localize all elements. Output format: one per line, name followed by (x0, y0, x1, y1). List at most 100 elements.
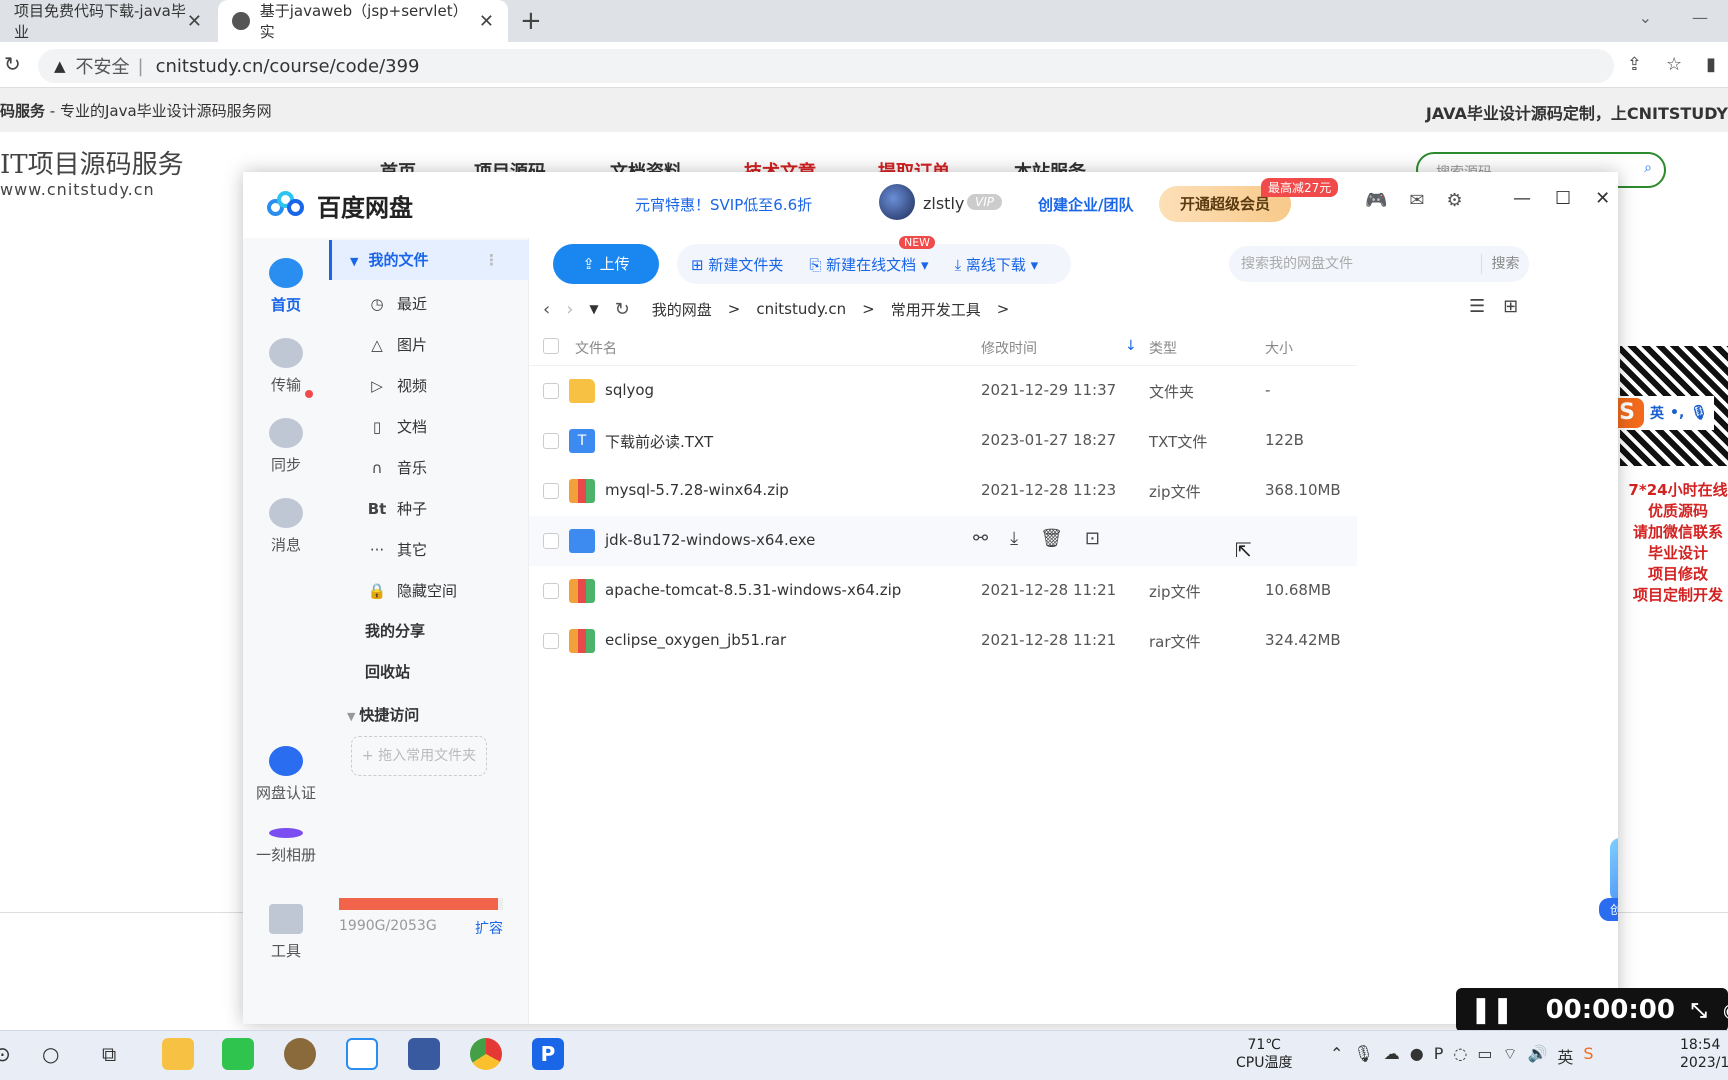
row-checkbox[interactable] (543, 633, 559, 649)
create-enterprise-link[interactable]: 创建企业/团队 (1038, 194, 1133, 215)
back-icon[interactable]: ‹ (543, 299, 550, 320)
rail-transfer[interactable]: 传输 (243, 338, 329, 395)
sidebar-quick-access[interactable]: ▼ 快捷访问 (347, 704, 419, 725)
new-tab-button[interactable]: + (520, 6, 542, 36)
forward-icon[interactable]: › (566, 299, 573, 320)
close-icon[interactable]: ✕ (479, 11, 494, 32)
row-checkbox[interactable] (543, 483, 559, 499)
minimize-icon[interactable]: — (1692, 8, 1708, 27)
row-checkbox[interactable] (543, 433, 559, 449)
table-row[interactable]: sqlyog 2021-12-29 11:37 文件夹 - (529, 366, 1357, 416)
collapse-icon[interactable]: ⤡ (1691, 998, 1707, 1022)
file-name[interactable]: 下载前必读.TXT (605, 431, 713, 452)
sidebar-item-recent[interactable]: ◷ 最近 (329, 284, 529, 324)
sort-arrow-icon[interactable]: ↓ (1125, 338, 1137, 354)
wechat-tray-icon[interactable]: ● (1410, 1044, 1424, 1068)
start-icon[interactable]: ⊙ (0, 1042, 11, 1066)
more-vertical-icon[interactable]: ⋮ (484, 240, 499, 280)
chrome-icon[interactable] (470, 1038, 502, 1070)
network-icon[interactable]: ◌ (1453, 1044, 1467, 1068)
sidebar-item-docs[interactable]: ▯ 文档 (329, 407, 529, 447)
p-app-icon[interactable]: P (532, 1038, 564, 1070)
select-all-checkbox[interactable] (543, 338, 559, 354)
file-name[interactable]: apache-tomcat-8.5.31-windows-x64.zip (605, 581, 901, 599)
microphone-icon[interactable]: 🎙 (1353, 1044, 1373, 1068)
tab-1[interactable]: 项目免费代码下载-java毕业 ✕ (0, 0, 216, 42)
row-checkbox[interactable] (543, 583, 559, 599)
gamepad-icon[interactable]: 🎮 (1365, 190, 1387, 211)
ime-toolbar[interactable]: S 英 •, 🎙 (1604, 396, 1715, 430)
sidebar-item-hidden[interactable]: 🔒 隐藏空间 (329, 571, 529, 611)
rail-verify[interactable]: 网盘认证 (243, 746, 329, 803)
rail-sync[interactable]: 同步 (243, 418, 329, 475)
mail-icon[interactable]: ✉ (1409, 190, 1424, 211)
camera-icon[interactable]: ◉ (1723, 998, 1728, 1022)
ime-indicator[interactable]: 英 (1557, 1044, 1573, 1068)
sidebar-item-images[interactable]: △ 图片 (329, 325, 529, 365)
table-row[interactable]: eclipse_oxygen_jb51.rar 2021-12-28 11:21… (529, 616, 1357, 666)
rail-home[interactable]: 首页 (243, 258, 329, 315)
settings-icon[interactable]: ⚙ (1447, 190, 1463, 211)
expand-link[interactable]: 扩容 (475, 918, 503, 938)
volume-icon[interactable]: 🔊 (1527, 1044, 1547, 1068)
wifi-icon[interactable]: ⌔ (1502, 1044, 1517, 1068)
reload-icon[interactable]: ↻ (4, 52, 21, 76)
p-tray-icon[interactable]: P (1434, 1044, 1444, 1068)
close-icon[interactable]: ✕ (1595, 188, 1610, 209)
tab-2[interactable]: 基于javaweb（jsp+servlet）实 ✕ (218, 0, 508, 42)
add-common-folder[interactable]: + 拖入常用文件夹 (351, 736, 487, 776)
sort-icon[interactable]: ☰ (1469, 296, 1485, 317)
breadcrumb-item[interactable]: 我的网盘 (652, 299, 712, 320)
username[interactable]: zlstly (923, 194, 964, 213)
grid-view-icon[interactable]: ⊞ (1503, 296, 1518, 317)
history-dropdown-icon[interactable]: ▼ (589, 302, 598, 316)
chevron-down-icon[interactable]: ⌄ (1639, 8, 1652, 27)
breadcrumb-item[interactable]: 常用开发工具 (891, 299, 981, 320)
refresh-icon[interactable]: ↻ (615, 299, 630, 320)
maximize-icon[interactable]: ☐ (1555, 188, 1571, 209)
baidu-netdisk-icon[interactable] (346, 1038, 378, 1070)
file-search-input[interactable]: 搜索我的网盘文件 搜索 (1229, 246, 1529, 282)
avatar[interactable] (879, 184, 915, 220)
system-clock[interactable]: 18:54 2023/1 (1680, 1036, 1728, 1072)
column-name[interactable]: 文件名 (575, 338, 617, 358)
row-checkbox[interactable] (543, 383, 559, 399)
pause-icon[interactable]: ❚❚ (1470, 995, 1514, 1025)
battery-icon[interactable]: ▭ (1477, 1044, 1492, 1068)
search-button[interactable]: 搜索 (1481, 254, 1529, 274)
row-checkbox[interactable] (543, 533, 559, 549)
sidebar-item-video[interactable]: ▷ 视频 (329, 366, 529, 406)
more-actions-icon[interactable]: ⊡ (1085, 528, 1100, 549)
table-row[interactable]: apache-tomcat-8.5.31-windows-x64.zip 202… (529, 566, 1357, 616)
star-icon[interactable]: ☆ (1666, 54, 1682, 75)
settings-app-icon[interactable] (284, 1038, 316, 1070)
wechat-icon[interactable] (222, 1038, 254, 1070)
file-name[interactable]: jdk-8u172-windows-x64.exe (605, 531, 815, 549)
search-icon[interactable]: ⌕ (1644, 160, 1652, 176)
address-bar[interactable]: ▲ 不安全 | cnitstudy.cn/course/code/399 (38, 49, 1614, 83)
share-icon[interactable]: ⚯ (973, 528, 988, 549)
netdisk-tray-icon[interactable]: ☁ (1384, 1044, 1400, 1068)
column-size[interactable]: 大小 (1265, 338, 1293, 358)
sidebar-item-recycle[interactable]: 回收站 (365, 661, 410, 682)
share-icon[interactable]: ⇪ (1627, 54, 1642, 75)
dolphin-app-icon[interactable] (408, 1038, 440, 1070)
file-name[interactable]: eclipse_oxygen_jb51.rar (605, 631, 786, 649)
delete-icon[interactable]: 🗑 (1040, 528, 1063, 549)
sidebar-item-music[interactable]: ∩ 音乐 (329, 448, 529, 488)
sidebar-item-other[interactable]: ··· 其它 (329, 530, 529, 570)
file-name[interactable]: sqlyog (605, 381, 654, 399)
file-name[interactable]: mysql-5.7.28-winx64.zip (605, 481, 789, 499)
sidebar-item-torrent[interactable]: Bt 种子 (329, 489, 529, 529)
rail-tools[interactable]: 工具 (243, 904, 329, 961)
create-team-badge[interactable]: V 创建你的团队 (1599, 838, 1618, 921)
table-row[interactable]: jdk-8u172-windows-x64.exe ⚯ ⤓ 🗑 ⊡ (529, 516, 1357, 566)
download-icon[interactable]: ⤓ (1010, 528, 1018, 549)
rail-album[interactable]: 一刻相册 (243, 828, 329, 865)
close-icon[interactable]: ✕ (187, 11, 202, 32)
search-icon[interactable]: ○ (42, 1042, 59, 1066)
promo-link[interactable]: 元宵特惠！SVIP低至6.6折 (635, 194, 812, 215)
column-type[interactable]: 类型 (1149, 338, 1177, 358)
sidebar-item-my-files[interactable]: ▼ 我的文件 ⋮ (329, 240, 529, 280)
sidepanel-icon[interactable]: ▮ (1706, 54, 1716, 75)
